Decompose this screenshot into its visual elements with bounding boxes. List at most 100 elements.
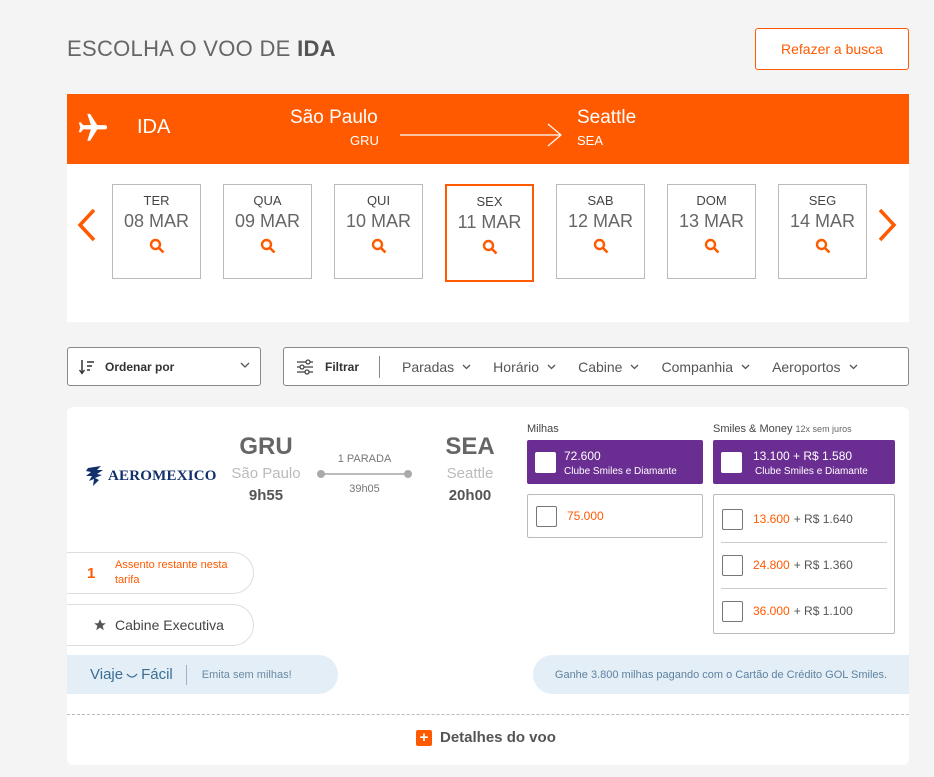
fare-checkbox[interactable] [722,554,743,576]
plus-icon: + [416,729,432,746]
filter-time[interactable]: Horário [493,359,556,375]
date-dow: QUA [253,193,282,208]
origin-city: São Paulo [231,465,301,482]
seats-count: 1 [87,564,96,582]
airline-logo: AEROMEXICO [85,465,217,487]
chevron-right-icon[interactable] [876,206,898,244]
filter-airline[interactable]: Companhia [661,359,750,375]
fare-checkbox[interactable] [722,600,743,622]
filter-airports[interactable]: Aeroportos [772,359,858,375]
emita-sem-milhas-link[interactable]: Emita sem milhas! [202,669,292,681]
aeromexico-eagle-icon [86,466,103,486]
date-card-thu[interactable]: QUI 10 MAR [334,184,423,279]
fare-option[interactable]: 36.000 + R$ 1.100 [714,588,894,634]
date-day-month: 12 MAR [567,211,634,231]
star-icon [94,619,106,631]
date-card-fri-selected[interactable]: SEX 11 MAR [445,184,534,282]
route-bar: IDA São Paulo GRU Seattle SEA [67,94,909,164]
fare-checkbox[interactable] [722,508,743,530]
flight-card: AEROMEXICO GRU São Paulo 9h55 1 PARADA 3… [67,407,909,765]
milhas-regular-fare[interactable]: 75.000 [527,494,703,538]
date-day-month: 11 MAR [457,212,522,232]
date-card-tue[interactable]: TER 08 MAR [112,184,201,279]
fare-miles: 13.600 [753,512,790,526]
fare-amount: 13.100 + R$ 1.580 [753,449,853,463]
cabin-badge: Cabine Executiva [67,604,254,646]
filter-option-label: Cabine [578,358,623,375]
airline-name: AEROMEXICO [108,467,217,484]
filter-bar: Filtrar Paradas Horário Cabine Companhia… [283,347,909,386]
leg-label: IDA [137,116,171,138]
fare-money: + R$ 1.640 [793,512,853,526]
date-day-month: 13 MAR [678,211,745,231]
line-dot [317,470,325,478]
fare-miles: 75.000 [567,509,604,523]
details-label: Detalhes do voo [440,729,556,746]
filter-label[interactable]: Filtrar [325,360,359,374]
viaje-facil-word: Viaje [90,666,124,683]
chevron-down-icon [462,364,471,369]
date-day-month: 14 MAR [789,211,856,231]
fare-option[interactable]: 13.600 + R$ 1.640 [714,496,894,542]
arrival-time: 20h00 [448,487,492,504]
date-day-month: 09 MAR [234,211,301,231]
milhas-header: Milhas [527,423,559,435]
title-prefix: ESCOLHA O VOO DE [67,36,291,61]
card-divider [67,714,909,715]
filter-sliders-icon[interactable] [296,358,314,375]
search-icon [149,238,164,254]
flight-details-toggle[interactable]: + Detalhes do voo [416,729,556,746]
cabin-label: Cabine Executiva [115,617,224,633]
title-bold: IDA [297,36,336,61]
installments-note: 12x sem juros [795,424,852,434]
stops-count: 1 PARADA [337,453,392,465]
date-card-mon[interactable]: SEG 14 MAR [778,184,867,279]
page-title: ESCOLHA O VOO DE IDA [67,36,336,62]
departure-time: 9h55 [248,487,284,504]
date-card-wed[interactable]: QUA 09 MAR [223,184,312,279]
fare-checkbox[interactable] [536,505,557,527]
chevron-down-icon [547,364,556,369]
date-card-sat[interactable]: SAB 12 MAR [556,184,645,279]
refazer-busca-button[interactable]: Refazer a busca [755,28,909,70]
destination-city: Seattle [446,465,494,482]
stops-info: 1 PARADA 39h05 [317,453,412,495]
filter-option-label: Companhia [661,358,734,375]
search-icon [704,238,719,254]
destination-city: Seattle [577,107,637,128]
flight-destination: SEA Seattle 20h00 [431,433,509,504]
smiles-money-options: 13.600 + R$ 1.640 24.800 + R$ 1.360 36.0… [713,494,895,634]
origin-city: São Paulo [290,107,378,128]
viaje-facil-word: Fácil [141,666,173,683]
chevron-down-icon [849,364,858,369]
line-dot [404,470,412,478]
destination-code: SEA [445,433,495,460]
date-card-sun[interactable]: DOM 13 MAR [667,184,756,279]
date-selector: TER 08 MAR QUA 09 MAR QUI 10 MAR SEX 11 MAR … [67,164,909,322]
sort-dropdown[interactable]: Ordenar por [67,347,261,386]
smiles-money-title: Smiles & Money [713,423,793,435]
date-dow: QUI [366,193,391,208]
filter-option-label: Horário [493,358,540,375]
seats-text: Assento restante nesta tarifa [115,559,228,586]
fare-checkbox[interactable] [721,452,742,473]
fare-amount: 72.600 [564,449,601,463]
filter-cabin[interactable]: Cabine [578,359,639,375]
fare-option[interactable]: 75.000 [528,494,702,538]
filter-stops[interactable]: Paradas [402,359,471,375]
fare-money: + R$ 1.100 [793,604,853,618]
date-day-month: 08 MAR [123,211,190,231]
airplane-icon [78,113,108,141]
stops-line [317,467,412,481]
milhas-club-fare[interactable]: 72.600 Clube Smiles e Diamante [527,440,703,484]
date-dow: SEG [808,193,837,208]
chevron-down-icon [630,364,639,369]
club-label: Clube Smiles e Diamante [755,466,868,477]
fare-option[interactable]: 24.800 + R$ 1.360 [714,542,894,588]
origin-code: GRU [350,133,379,148]
fare-miles: 36.000 [753,604,790,618]
smiles-money-club-fare[interactable]: 13.100 + R$ 1.580 Clube Smiles e Diamant… [713,440,895,484]
chevron-left-icon[interactable] [76,206,98,244]
fare-checkbox[interactable] [535,452,556,473]
destination-code: SEA [577,133,604,148]
